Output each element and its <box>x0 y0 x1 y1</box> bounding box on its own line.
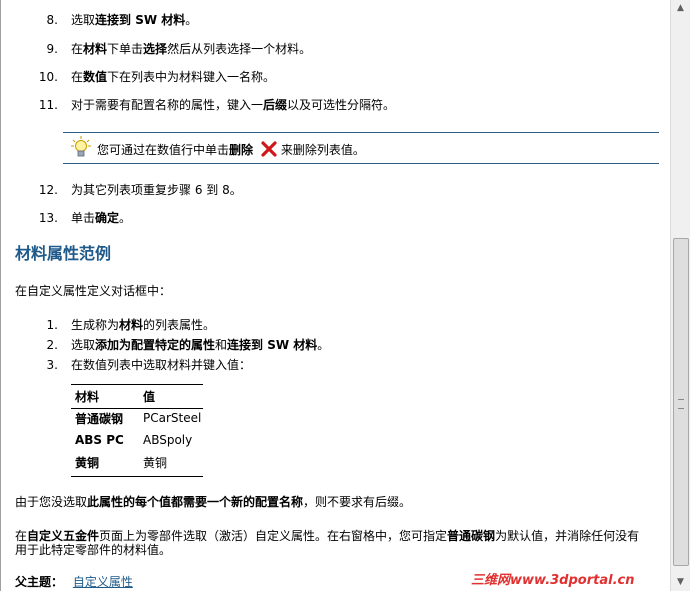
tip-box: 您可通过在数值行中单击删除 来删除列表值。 <box>63 132 659 164</box>
section-heading: 材料属性范例 <box>15 244 112 263</box>
help-content: 8. 选取连接到 SW 材料。 9. 在材料下单击选择然后从列表选择一个材料。 … <box>0 0 670 591</box>
table-rule-bottom <box>71 476 203 477</box>
scroll-thumb[interactable] <box>673 238 689 566</box>
grip-icon <box>678 399 684 409</box>
parent-topic: 父主题： 自定义属性 <box>15 575 133 589</box>
scroll-up-arrow-icon[interactable]: ▲ <box>672 0 689 17</box>
materials-table: 材料 值 普通碳钢 PCarSteel ABS PC ABSpoly 黄铜 黄铜 <box>71 385 207 473</box>
vertical-scrollbar[interactable]: ▲ ▼ <box>670 0 690 591</box>
red-x-icon <box>261 141 277 161</box>
table-row: 普通碳钢 PCarSteel <box>75 411 202 426</box>
table-row: ABS PC ABSpoly <box>75 433 193 447</box>
suffix-note: 由于您没选取此属性的每个值都需要一个新的配置名称，则不要求有后缀。 <box>15 495 412 509</box>
hardware-paragraph-line-2: 用于此特定零部件的材料值。 <box>15 543 172 557</box>
lightbulb-icon <box>71 136 91 161</box>
scroll-down-arrow-icon[interactable]: ▼ <box>672 574 689 591</box>
watermark: 三维网www.3dportal.cn <box>471 573 635 588</box>
table-row: 黄铜 黄铜 <box>75 455 168 470</box>
table-header-row: 材料 值 <box>75 389 156 404</box>
intro-text: 在自定义属性定义对话框中： <box>15 284 172 298</box>
table-rule-header <box>71 408 203 409</box>
parent-topic-link[interactable]: 自定义属性 <box>73 575 133 589</box>
